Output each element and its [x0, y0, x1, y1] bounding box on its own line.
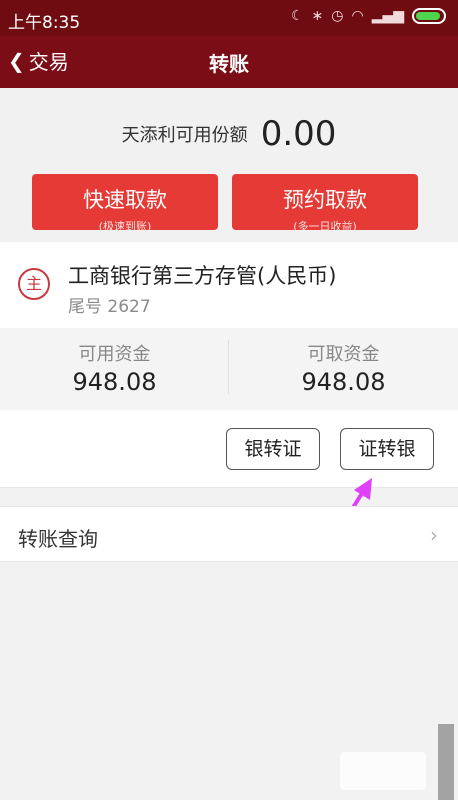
status-bar: 上午8:35 ☾ ∗ ◷ ◠ ▂▄▆	[0, 0, 458, 36]
page-title: 转账	[209, 52, 249, 76]
quick-withdraw-button[interactable]: 快速取款 (极速到账)	[32, 174, 218, 230]
bank-to-securities-button[interactable]: 银转证	[226, 428, 320, 470]
watermark	[340, 752, 426, 790]
alarm-icon: ◷	[331, 8, 344, 24]
funds-summary: 可用资金 948.08 可取资金 948.08	[0, 328, 458, 410]
transfer-query-label: 转账查询	[18, 527, 98, 551]
wifi-icon: ◠	[351, 8, 364, 24]
withdrawable-funds: 可取资金 948.08	[229, 328, 458, 410]
signal-icon: ▂▄▆	[371, 8, 404, 24]
bank-name: 工商银行第三方存管(人民币)	[68, 264, 337, 288]
balance-row: 天添利可用份额 0.00	[0, 114, 458, 154]
primary-badge: 主	[18, 268, 50, 300]
available-funds-label: 可用资金	[78, 344, 151, 365]
available-funds: 可用资金 948.08	[0, 328, 229, 410]
bank-account-card[interactable]: 主 工商银行第三方存管(人民币) 尾号 2627	[0, 242, 458, 328]
chevron-right-icon: ›	[430, 523, 438, 547]
quick-withdraw-title: 快速取款	[83, 188, 167, 212]
quick-withdraw-subtitle: (极速到账)	[98, 220, 152, 230]
moon-icon: ☾	[290, 8, 304, 24]
reserve-withdraw-subtitle: (多一日收益)	[293, 220, 357, 230]
withdrawable-funds-value: 948.08	[301, 368, 386, 396]
account-tail-number: 尾号 2627	[68, 297, 151, 317]
battery-icon	[412, 8, 446, 24]
nav-bar: ❮ 交易 转账	[0, 36, 458, 88]
status-icons: ☾ ∗ ◷ ◠ ▂▄▆	[291, 8, 446, 24]
withdrawable-funds-label: 可取资金	[307, 344, 380, 365]
status-time: 上午8:35	[8, 13, 81, 33]
bluetooth-icon: ∗	[311, 8, 324, 24]
available-funds-value: 948.08	[72, 368, 157, 396]
scrollbar[interactable]	[438, 724, 454, 800]
transfer-actions: 银转证 证转银	[0, 410, 458, 488]
balance-value: 0.00	[260, 114, 337, 154]
reserve-withdraw-title: 预约取款	[283, 188, 367, 212]
balance-label: 天添利可用份额	[121, 125, 248, 146]
balance-card: 天添利可用份额 0.00 快速取款 (极速到账) 预约取款 (多一日收益)	[0, 88, 458, 238]
securities-to-bank-button[interactable]: 证转银	[340, 428, 434, 470]
transfer-query-row[interactable]: 转账查询 ›	[0, 506, 458, 562]
reserve-withdraw-button[interactable]: 预约取款 (多一日收益)	[232, 174, 418, 230]
